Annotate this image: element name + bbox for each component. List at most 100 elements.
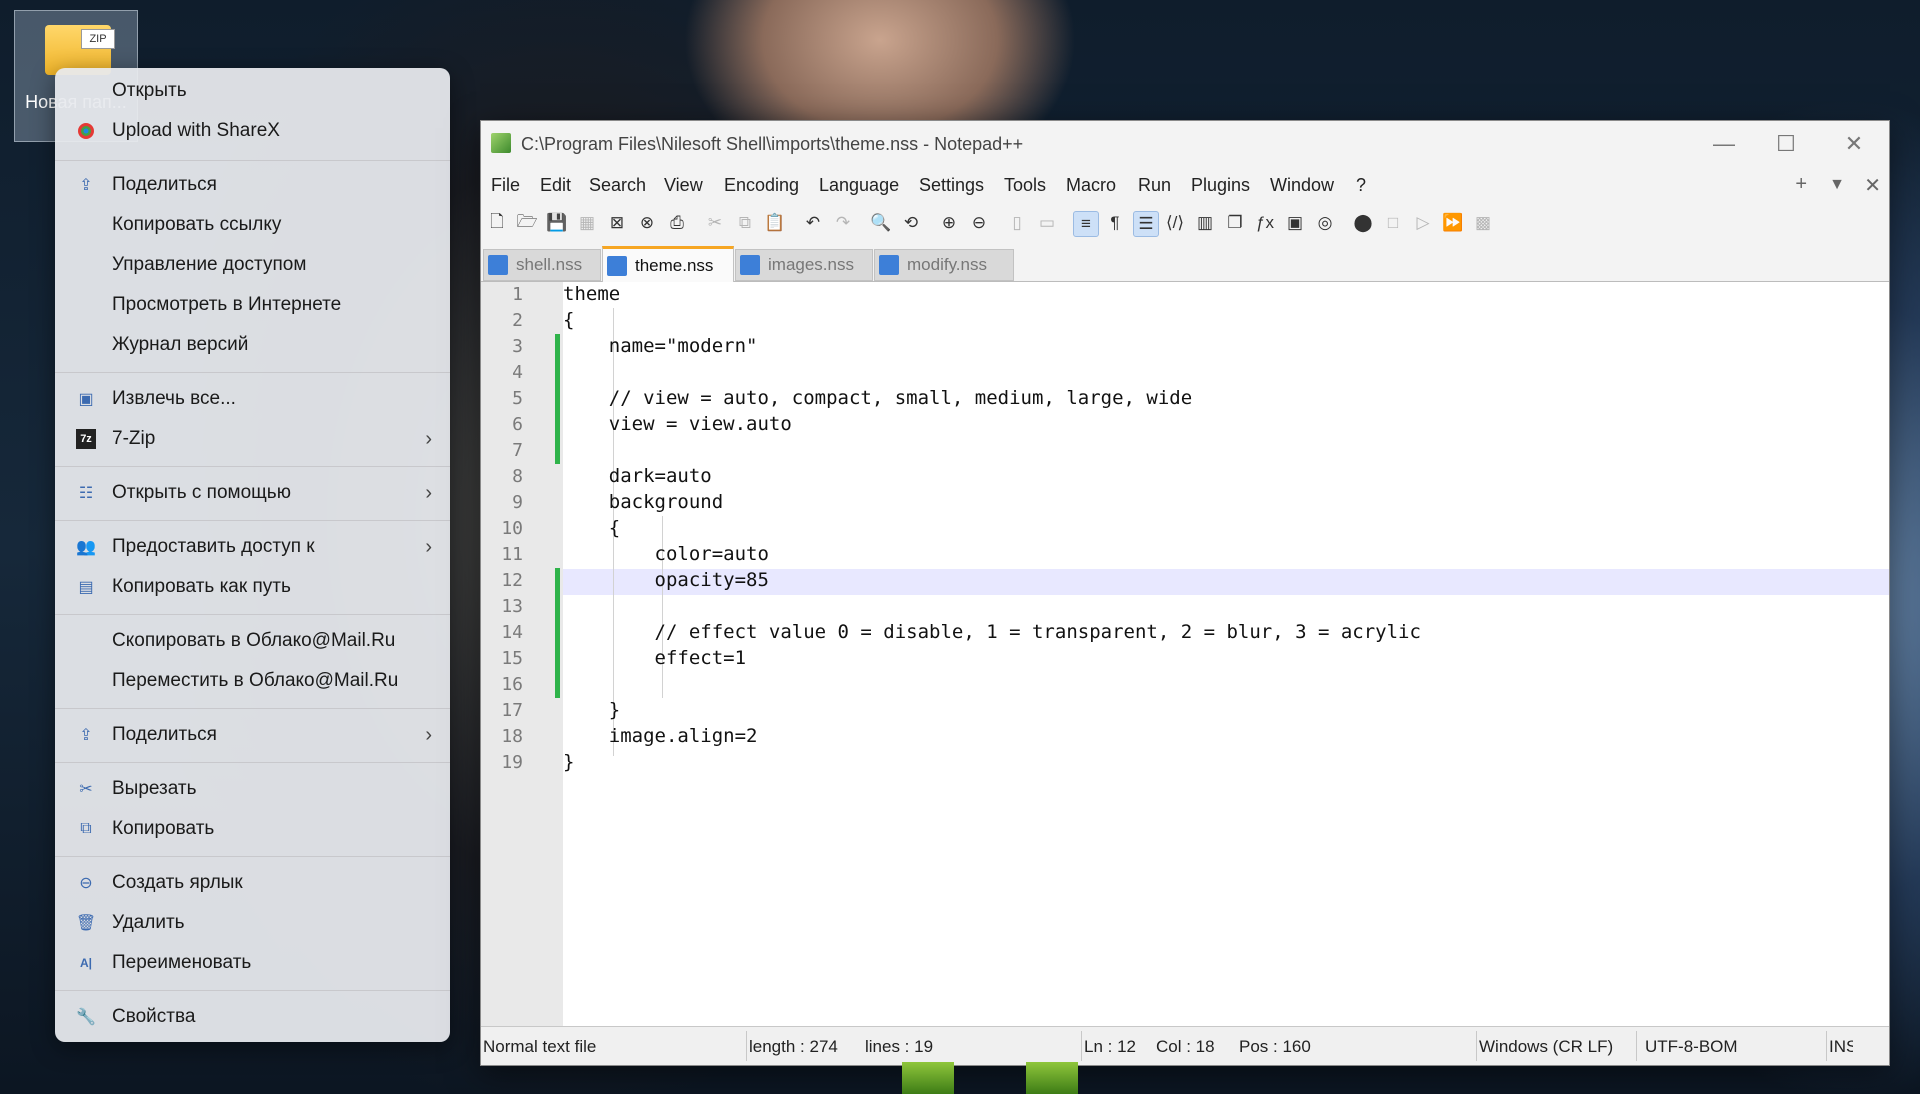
- file-icon: [740, 255, 760, 275]
- menu-item-cut[interactable]: ✂ Вырезать: [55, 770, 450, 808]
- line-number: 16: [501, 674, 523, 695]
- add-tab-icon[interactable]: +: [1795, 173, 1807, 196]
- menu-item-delete[interactable]: 🗑 Удалить: [55, 904, 450, 942]
- menu-item-rename[interactable]: A| Переименовать: [55, 944, 450, 982]
- cut-icon[interactable]: ✂: [703, 211, 727, 235]
- menu-edit[interactable]: Edit: [540, 175, 571, 196]
- code-line[interactable]: name="modern": [563, 335, 1889, 357]
- code-line[interactable]: // view = auto, compact, small, medium, …: [563, 387, 1889, 409]
- close-file-icon[interactable]: ⊠: [605, 211, 629, 235]
- play-macro-icon[interactable]: ▷: [1411, 211, 1435, 235]
- sync-vertical-icon[interactable]: ▯: [1005, 211, 1029, 235]
- zoom-out-icon[interactable]: ⊖: [967, 211, 991, 235]
- sync-horizontal-icon[interactable]: ▭: [1035, 211, 1059, 235]
- copy-icon[interactable]: ⧉: [733, 211, 757, 235]
- menu-item-manage-access[interactable]: Управление доступом: [55, 246, 450, 284]
- menu-file[interactable]: File: [491, 175, 520, 196]
- code-line[interactable]: theme: [563, 283, 1889, 305]
- menu-item-give-access[interactable]: 👥 Предоставить доступ к ›: [55, 528, 450, 566]
- menu-language[interactable]: Language: [819, 175, 899, 196]
- show-all-chars-icon[interactable]: ¶: [1103, 211, 1127, 235]
- run-macro-multiple-icon[interactable]: ⏩: [1441, 211, 1465, 235]
- tab-images-nss[interactable]: images.nss: [735, 249, 873, 281]
- find-icon[interactable]: 🔍: [869, 211, 893, 235]
- tab-shell-nss[interactable]: shell.nss: [483, 249, 601, 281]
- menu-settings[interactable]: Settings: [919, 175, 984, 196]
- minimize-button[interactable]: —: [1701, 127, 1747, 161]
- code-line[interactable]: effect=1: [563, 647, 1889, 669]
- redo-icon[interactable]: ↷: [831, 211, 855, 235]
- menu-macro[interactable]: Macro: [1066, 175, 1116, 196]
- tab-modify-nss[interactable]: modify.nss: [874, 249, 1014, 281]
- menu-item-properties[interactable]: 🔧 Свойства: [55, 998, 450, 1036]
- menu-item-create-shortcut[interactable]: ⊖ Создать ярлык: [55, 864, 450, 902]
- code-line[interactable]: {: [563, 517, 1889, 539]
- code-editor[interactable]: 1 theme 2 {3 name="modern" 4 5 // view = auto…: [481, 282, 1889, 1027]
- menu-item-7zip[interactable]: 7z 7-Zip ›: [55, 420, 450, 458]
- menu-item-upload-sharex[interactable]: Upload with ShareX: [55, 112, 450, 150]
- xml-tag-icon[interactable]: ⟨/⟩: [1163, 211, 1187, 235]
- paste-icon[interactable]: 📋: [763, 211, 787, 235]
- menu-tools[interactable]: Tools: [1004, 175, 1046, 196]
- indent-guide-icon[interactable]: ☰: [1133, 211, 1159, 237]
- folder-workspace-icon[interactable]: ▣: [1283, 211, 1307, 235]
- menu-run[interactable]: Run: [1138, 175, 1171, 196]
- tab-theme-nss[interactable]: theme.nss: [602, 246, 734, 284]
- code-line[interactable]: }: [563, 751, 1889, 773]
- status-eol[interactable]: Windows (CR LF): [1479, 1037, 1613, 1057]
- undo-icon[interactable]: ↶: [801, 211, 825, 235]
- save-icon[interactable]: 💾: [545, 211, 569, 235]
- open-file-icon[interactable]: 🗁: [515, 211, 539, 235]
- menu-item-copy[interactable]: ⧉ Копировать: [55, 810, 450, 848]
- menu-encoding[interactable]: Encoding: [724, 175, 799, 196]
- maximize-button[interactable]: ☐: [1763, 127, 1809, 161]
- menu-item-copy-link[interactable]: Копировать ссылку: [55, 206, 450, 244]
- monitoring-icon[interactable]: ◎: [1313, 211, 1337, 235]
- code-line[interactable]: background: [563, 491, 1889, 513]
- close-button[interactable]: ✕: [1831, 127, 1877, 161]
- wrench-icon: 🔧: [76, 1009, 96, 1026]
- menu-item-share-sub[interactable]: ⇪ Поделиться ›: [55, 716, 450, 754]
- record-macro-icon[interactable]: ⬤: [1351, 211, 1375, 235]
- taskbar-thumbnail[interactable]: [1026, 1062, 1078, 1094]
- close-doc-icon[interactable]: ✕: [1864, 173, 1881, 198]
- code-line[interactable]: {: [563, 309, 1889, 331]
- code-line[interactable]: opacity=85: [563, 569, 1889, 591]
- tab-list-dropdown-icon[interactable]: ▼: [1829, 176, 1845, 194]
- menu-plugins[interactable]: Plugins: [1191, 175, 1250, 196]
- function-list-icon[interactable]: ƒx: [1253, 211, 1277, 235]
- menu-item-version-history[interactable]: Журнал версий: [55, 326, 450, 364]
- menu-item-extract-all[interactable]: ▣ Извлечь все...: [55, 380, 450, 418]
- status-encoding[interactable]: UTF-8-BOM: [1645, 1037, 1738, 1057]
- menu-item-copy-to-cloud[interactable]: Скопировать в Облако@Mail.Ru: [55, 622, 450, 660]
- code-line[interactable]: dark=auto: [563, 465, 1889, 487]
- doc-map-icon[interactable]: ▥: [1193, 211, 1217, 235]
- code-line[interactable]: view = view.auto: [563, 413, 1889, 435]
- code-line[interactable]: // effect value 0 = disable, 1 = transpa…: [563, 621, 1889, 643]
- menu-help[interactable]: ?: [1356, 175, 1366, 196]
- zoom-in-icon[interactable]: ⊕: [937, 211, 961, 235]
- menu-item-move-to-cloud[interactable]: Переместить в Облако@Mail.Ru: [55, 662, 450, 700]
- save-macro-icon[interactable]: ▩: [1471, 211, 1495, 235]
- menu-window[interactable]: Window: [1270, 175, 1334, 196]
- code-line[interactable]: color=auto: [563, 543, 1889, 565]
- menu-item-share[interactable]: ⇪ Поделиться: [55, 166, 450, 204]
- new-file-icon[interactable]: 🗋: [485, 211, 509, 235]
- close-all-icon[interactable]: ⊗: [635, 211, 659, 235]
- title-bar[interactable]: C:\Program Files\Nilesoft Shell\imports\…: [481, 121, 1889, 167]
- print-icon[interactable]: ⎙: [665, 211, 689, 235]
- replace-icon[interactable]: ⟲: [899, 211, 923, 235]
- code-line[interactable]: image.align=2: [563, 725, 1889, 747]
- menu-item-open-with[interactable]: ☷ Открыть с помощью ›: [55, 474, 450, 512]
- menu-item-view-online[interactable]: Просмотреть в Интернете: [55, 286, 450, 324]
- code-line[interactable]: }: [563, 699, 1889, 721]
- menu-item-open[interactable]: Открыть: [55, 72, 450, 110]
- save-all-icon[interactable]: ▦: [575, 211, 599, 235]
- doc-list-icon[interactable]: ❐: [1223, 211, 1247, 235]
- taskbar-thumbnail[interactable]: [902, 1062, 954, 1094]
- menu-search[interactable]: Search: [589, 175, 646, 196]
- word-wrap-icon[interactable]: ≡: [1073, 211, 1099, 237]
- menu-view[interactable]: View: [664, 175, 703, 196]
- menu-item-copy-as-path[interactable]: ▤ Копировать как путь: [55, 568, 450, 606]
- stop-macro-icon[interactable]: □: [1381, 211, 1405, 235]
